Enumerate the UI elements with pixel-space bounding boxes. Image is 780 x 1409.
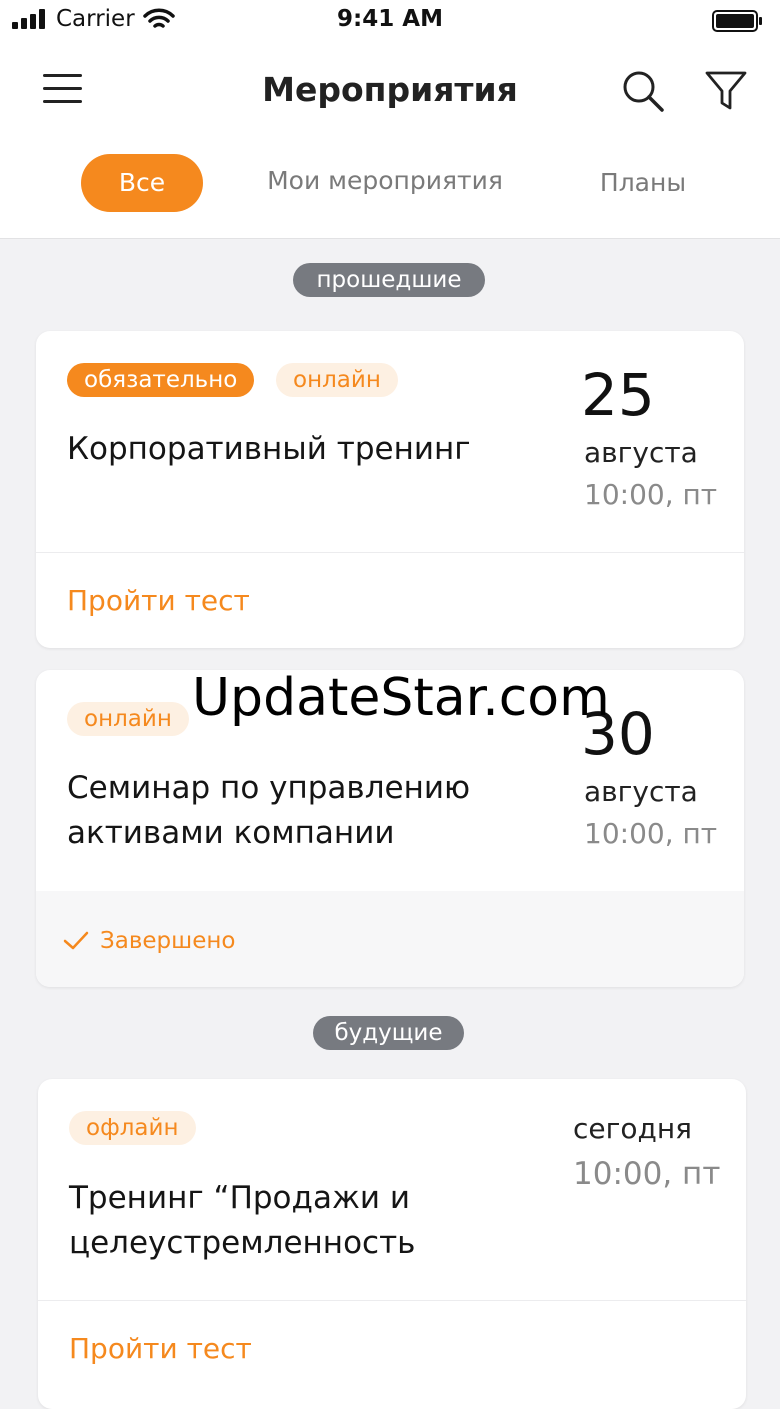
badge-online: онлайн	[276, 363, 398, 397]
take-test-link[interactable]: Пройти тест	[69, 1332, 252, 1365]
app-header: Мероприятия Все Мои мероприятия Планы	[0, 44, 780, 239]
event-month: августа	[584, 775, 698, 808]
card-divider	[38, 1300, 746, 1301]
tab-my-events[interactable]: Мои мероприятия	[250, 166, 520, 195]
take-test-link[interactable]: Пройти тест	[67, 584, 250, 617]
completed-label: Завершено	[100, 928, 236, 954]
section-label-past: прошедшие	[293, 263, 485, 297]
filter-icon	[705, 71, 747, 110]
status-time: 9:41 AM	[337, 6, 443, 32]
event-card[interactable]: офлайн Тренинг “Продажи и целеустремленн…	[38, 1079, 746, 1409]
event-card[interactable]: обязательно онлайн Корпоративный тренинг…	[36, 331, 744, 648]
filter-button[interactable]	[700, 66, 752, 118]
event-month: августа	[584, 436, 698, 469]
event-day-label: сегодня	[573, 1112, 692, 1145]
search-icon	[623, 71, 664, 112]
check-icon	[63, 931, 89, 950]
event-time: 10:00, пт	[584, 817, 718, 850]
event-time: 10:00, пт	[584, 478, 718, 511]
search-button[interactable]	[618, 66, 670, 118]
event-title: Корпоративный тренинг	[67, 431, 471, 467]
event-day: 25	[581, 361, 655, 429]
watermark: UpdateStar.com	[192, 668, 610, 728]
tab-all[interactable]: Все	[81, 154, 203, 212]
event-time: 10:00, пт	[573, 1156, 721, 1192]
section-label-future: будущие	[313, 1016, 464, 1050]
card-divider	[36, 552, 744, 553]
badge-required: обязательно	[67, 363, 255, 397]
badge-online: онлайн	[67, 702, 189, 736]
completed-status: Завершено	[62, 928, 235, 954]
tab-plans[interactable]: Планы	[575, 168, 711, 197]
badge-offline: офлайн	[69, 1111, 196, 1145]
status-bar: Carrier 9:41 AM	[0, 0, 780, 44]
event-title: Тренинг “Продажи и целеустремленность	[69, 1180, 416, 1261]
card-footer: Завершено	[36, 891, 744, 987]
battery-icon	[712, 10, 762, 32]
event-title: Семинар по управлению активами компании	[67, 770, 471, 851]
